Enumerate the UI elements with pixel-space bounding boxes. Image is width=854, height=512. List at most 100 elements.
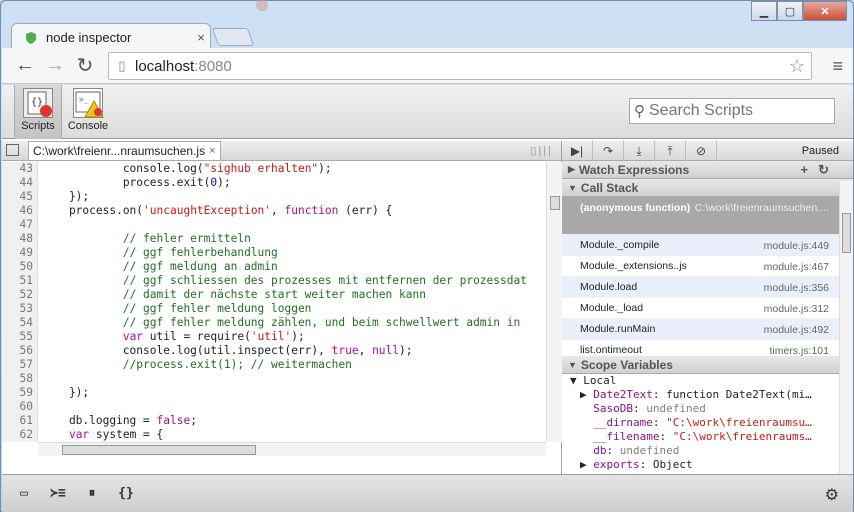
frame-location[interactable]: timers.js:101 [769, 345, 829, 356]
expand-triangle-icon[interactable]: ▶ [580, 388, 593, 401]
expand-triangle-icon[interactable] [580, 402, 593, 415]
variable-name: db [593, 444, 607, 457]
code-text: }); [42, 190, 90, 203]
call-stack-header[interactable]: ▼ Call Stack [562, 179, 853, 197]
resume-icon[interactable]: ▶| [562, 140, 593, 161]
scope-variable[interactable]: SasoDB: undefined [570, 402, 824, 416]
frame-function-name: Module._extensions..js [580, 260, 687, 272]
tab-close-icon[interactable]: × [192, 30, 210, 45]
code-editor[interactable]: 43 console.log("sighub erhalten"); 44 pro… [2, 162, 546, 442]
tab-console[interactable]: >_ Console [64, 85, 112, 139]
line-number[interactable]: 54 [2, 316, 38, 330]
debugger-sidebar: ▶| ↷ ⤓ ⤒ ⊘ Paused ▶ Watch Expressions +↻… [562, 140, 853, 474]
frame-location[interactable]: module.js:467 [764, 261, 829, 273]
search-scripts-field[interactable]: ⚲ [629, 98, 835, 124]
scope-variables-header[interactable]: ▼ Scope Variables [562, 356, 853, 374]
gear-icon[interactable]: ⚙ [825, 485, 839, 505]
frame-location[interactable]: module.js:449 [764, 240, 829, 252]
step-into-icon[interactable]: ⤓ [624, 140, 655, 161]
maximize-button[interactable]: ▢ [777, 1, 803, 21]
pause-on-exceptions-icon[interactable]: ⏸ [80, 484, 104, 504]
editor-vertical-scrollbar[interactable] [546, 162, 562, 442]
call-frame[interactable]: list.ontimeout timers.js:101 [562, 340, 853, 356]
step-over-icon[interactable]: ↷ [593, 140, 624, 161]
expand-triangle-icon[interactable] [580, 430, 593, 443]
horizontal-scroll-thumb[interactable] [62, 445, 256, 455]
line-number[interactable]: 58 [2, 372, 38, 386]
scope-variable[interactable]: db: undefined [570, 444, 824, 458]
expand-triangle-icon[interactable] [580, 444, 593, 457]
call-frame[interactable]: Module._load module.js:312 [562, 298, 853, 319]
line-number[interactable]: 60 [2, 400, 38, 414]
scope-variable[interactable]: ▶ Date2Text: function Date2Text(mi… [570, 388, 824, 402]
step-out-icon[interactable]: ⤒ [655, 140, 686, 161]
line-number[interactable]: 61 [2, 414, 38, 428]
variable-name: __filename [593, 430, 660, 443]
address-bar[interactable]: ▯ localhost:8080 ☆ [108, 52, 812, 80]
scope-variable[interactable]: ▶ exports: Object [570, 458, 824, 472]
call-frame[interactable]: Module.runMain module.js:492 [562, 319, 853, 340]
line-number[interactable]: 59 [2, 386, 38, 400]
add-watch-icon[interactable]: + [801, 162, 819, 177]
code-line: 51 // ggf schliessen des prozesses mit e… [2, 274, 546, 288]
browser-tab[interactable]: node inspector × [11, 23, 211, 51]
line-number[interactable]: 57 [2, 358, 38, 372]
line-number[interactable]: 51 [2, 274, 38, 288]
tab-scripts[interactable]: {} Scripts [14, 85, 62, 139]
code-text: // ggf meldung an admin [122, 260, 278, 273]
frame-location[interactable]: module.js:312 [764, 303, 829, 315]
call-frame[interactable]: Module._extensions..js module.js:467 [562, 256, 853, 277]
line-number[interactable]: 46 [2, 204, 38, 218]
reload-icon[interactable]: ↻ [70, 52, 100, 80]
back-arrow-icon[interactable]: ← [10, 52, 40, 80]
scope-variable[interactable]: __dirname: "C:\work\freienraumsu… [570, 416, 824, 430]
call-frame[interactable]: Module._compile module.js:449 [562, 235, 853, 256]
line-number[interactable]: 44 [2, 176, 38, 190]
sidebar-scrollbar[interactable] [839, 181, 853, 474]
line-number[interactable]: 56 [2, 344, 38, 358]
scope-variable[interactable]: __filename: "C:\work\freienraums… [570, 430, 824, 444]
line-number[interactable]: 50 [2, 260, 38, 274]
new-tab-button[interactable] [211, 28, 255, 46]
file-tab-label: C:\work\freienr...nraumsuchen.js [33, 144, 206, 158]
line-number[interactable]: 43 [2, 162, 38, 176]
expand-triangle-icon[interactable]: ▶ [580, 458, 593, 471]
toggle-sidebar-icon[interactable] [6, 144, 19, 156]
editor-horizontal-scrollbar[interactable] [38, 442, 546, 456]
line-number[interactable]: 47 [2, 218, 38, 232]
frame-location[interactable]: C:\work\freienraumsuchen.... [695, 202, 829, 214]
local-scope-row[interactable]: ▼ Local [570, 374, 824, 388]
dock-icon[interactable]: ▭ [12, 484, 36, 504]
frame-location[interactable]: module.js:492 [764, 324, 829, 336]
expand-triangle-icon[interactable] [580, 416, 593, 429]
minimize-button[interactable]: ▁ [751, 1, 777, 21]
close-window-button[interactable]: ✕ [803, 1, 847, 21]
forward-arrow-icon[interactable]: → [40, 52, 70, 80]
line-number[interactable]: 45 [2, 190, 38, 204]
split-icon[interactable]: ▯||| [530, 144, 553, 157]
line-number[interactable]: 55 [2, 330, 38, 344]
line-number[interactable]: 49 [2, 246, 38, 260]
call-frame[interactable]: (anonymous function) C:\work\freienraumsu… [562, 197, 853, 235]
call-frame[interactable]: Module.load module.js:356 [562, 277, 853, 298]
line-number[interactable]: 48 [2, 232, 38, 246]
file-tab[interactable]: C:\work\freienr...nraumsuchen.js × [28, 141, 221, 160]
pretty-print-icon[interactable]: {} [114, 484, 138, 504]
line-number[interactable]: 62 [2, 428, 38, 442]
search-input[interactable] [649, 102, 819, 120]
bookmark-star-icon[interactable]: ☆ [789, 56, 805, 77]
frame-location[interactable]: module.js:356 [764, 282, 829, 294]
vertical-scroll-thumb[interactable] [550, 196, 560, 210]
refresh-watch-icon[interactable]: ↻ [818, 162, 839, 177]
sidebar-scroll-thumb[interactable] [842, 213, 851, 253]
code-line: 53 // ggf fehler meldung loggen [2, 302, 546, 316]
deactivate-breakpoints-icon[interactable]: ⊘ [686, 140, 717, 161]
show-console-icon[interactable]: ≻≡ [46, 484, 70, 504]
line-number[interactable]: 53 [2, 302, 38, 316]
variable-value: undefined [619, 444, 680, 457]
line-number[interactable]: 52 [2, 288, 38, 302]
code-line: 57 //process.exit(1); // weitermachen [2, 358, 546, 372]
menu-icon[interactable]: ≡ [832, 56, 843, 77]
watch-expressions-header[interactable]: ▶ Watch Expressions +↻ [562, 161, 853, 179]
file-close-icon[interactable]: × [209, 145, 215, 157]
